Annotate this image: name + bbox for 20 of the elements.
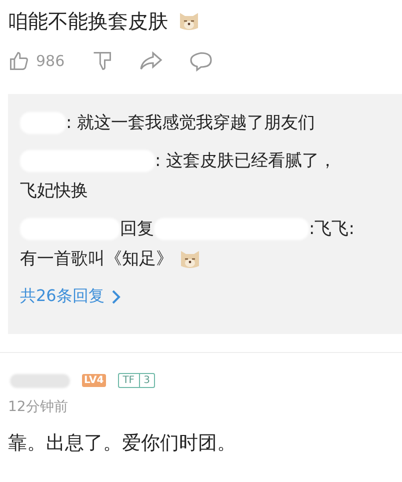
reply-text: : 就这一套我感觉我穿越了朋友们 — [66, 113, 316, 133]
share-button[interactable] — [138, 50, 163, 72]
reply-text: :飞飞: — [309, 219, 354, 239]
redacted-name — [10, 374, 70, 388]
post-text: 咱能不能换套皮肤 — [8, 8, 168, 34]
thumbs-up-icon — [8, 50, 30, 72]
level-badge: LV4 — [82, 374, 106, 387]
fan-badge: TF 3 — [118, 373, 155, 388]
reply-text: : 这套皮肤已经看腻了， — [155, 151, 336, 171]
comment-time: 12分钟前 — [7, 398, 69, 416]
reply-text: 飞妃快换 — [20, 181, 88, 201]
comment-text: 靠。出息了。爱你们时团。 — [7, 431, 237, 456]
chevron-right-icon — [112, 290, 122, 304]
more-replies-link[interactable]: 共26条回复 — [20, 286, 122, 307]
speech-bubble-icon — [188, 50, 213, 72]
like-button[interactable]: 986 — [8, 50, 65, 72]
share-arrow-icon — [138, 50, 163, 72]
reply-label: 回复 — [120, 219, 154, 239]
comment-button[interactable] — [188, 50, 213, 72]
reply-text: 有一首歌叫《知足》 — [20, 249, 173, 269]
